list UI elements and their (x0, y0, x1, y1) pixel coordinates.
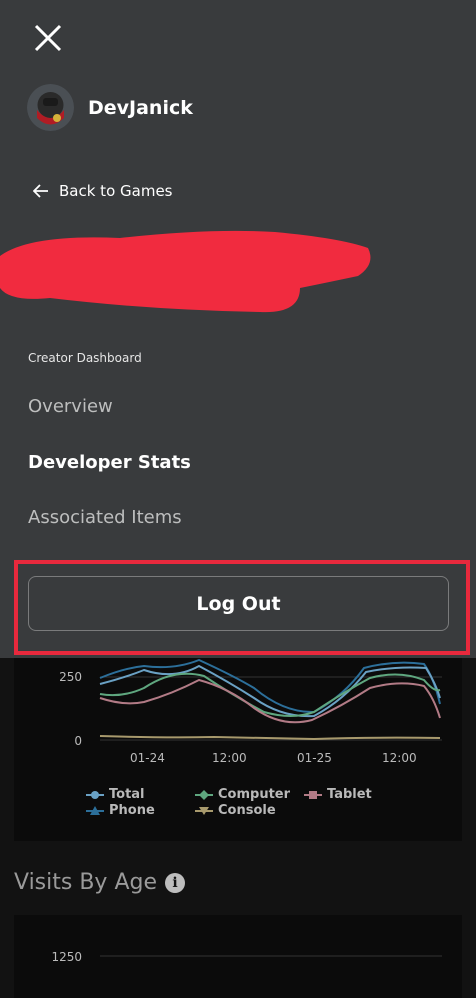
visits-by-age-grid (100, 955, 442, 957)
legend-computer[interactable]: Computer (195, 787, 290, 802)
legend-tablet[interactable]: Tablet (304, 787, 372, 802)
nav-item-overview[interactable]: Overview (28, 396, 113, 417)
redacted-game-title (0, 230, 371, 313)
back-to-games-link[interactable]: Back to Games (33, 182, 172, 200)
visits-chart: 250 0 01-24 12:00 01-25 12:00 Total Comp… (14, 658, 462, 841)
navigation-drawer: DevJanick Back to Games Creator Dashboar… (0, 0, 476, 658)
logout-label: Log Out (196, 592, 281, 615)
visits-by-age-label: Visits By Age (14, 870, 157, 895)
series-tablet (99, 678, 441, 724)
legend-total-label: Total (109, 787, 145, 802)
nav-item-associated-items[interactable]: Associated Items (28, 507, 182, 528)
legend-phone-label: Phone (109, 803, 155, 818)
avatar-icon (27, 84, 74, 131)
legend-total[interactable]: Total (86, 787, 145, 802)
logout-button[interactable]: Log Out (28, 576, 449, 631)
visits-by-age-chart: 1250 (14, 915, 462, 998)
legend-console-label: Console (218, 803, 276, 818)
legend-computer-label: Computer (218, 787, 291, 802)
series-console (99, 735, 441, 741)
legend-tablet-label: Tablet (327, 787, 372, 802)
back-label: Back to Games (59, 182, 173, 200)
arrow-left-icon (33, 184, 48, 198)
close-icon[interactable] (30, 20, 66, 56)
visits-chart-lines (99, 658, 442, 741)
x-tick-01-24: 01-24 (130, 751, 165, 765)
series-total (99, 664, 441, 718)
x-tick-1200-a: 12:00 (212, 751, 247, 765)
visits-by-age-title: Visits By Age i (14, 870, 185, 895)
legend-console[interactable]: Console (195, 803, 276, 818)
x-tick-1200-b: 12:00 (382, 751, 417, 765)
x-tick-01-25: 01-25 (297, 751, 332, 765)
nav-item-developer-stats[interactable]: Developer Stats (28, 452, 191, 473)
info-icon[interactable]: i (165, 872, 185, 893)
username: DevJanick (88, 96, 193, 119)
creator-dashboard-label: Creator Dashboard (28, 351, 142, 365)
user-profile[interactable]: DevJanick (27, 84, 193, 131)
series-computer (99, 672, 441, 717)
legend-phone[interactable]: Phone (86, 803, 155, 818)
